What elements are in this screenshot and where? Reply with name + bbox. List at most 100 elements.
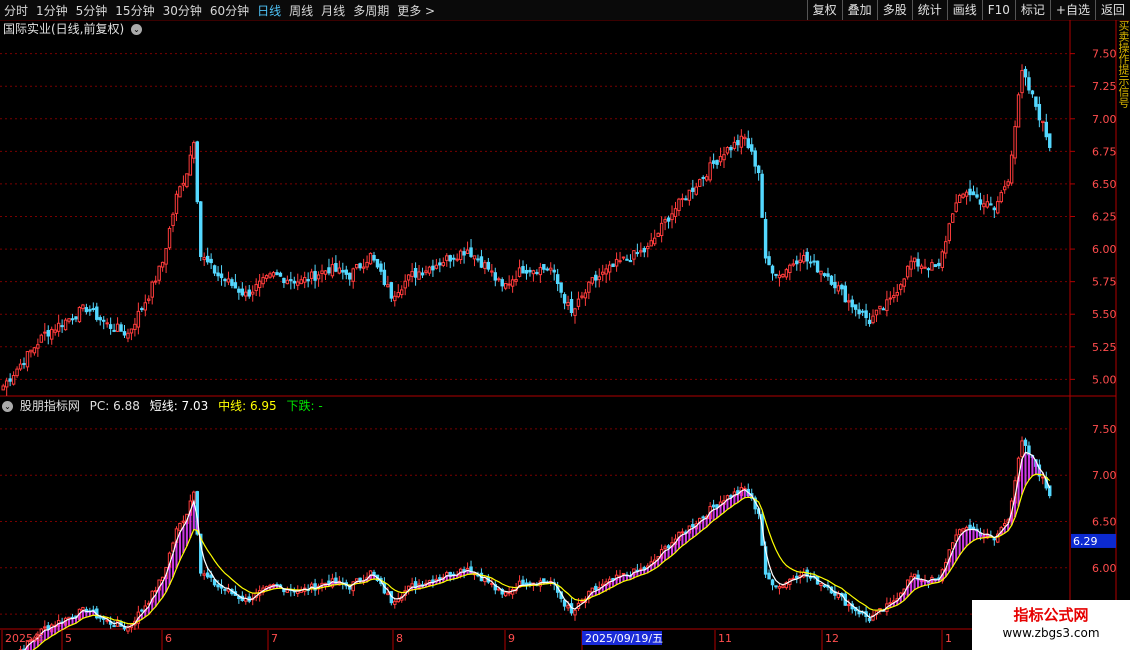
main-candle: [857, 309, 861, 315]
main-candle: [455, 258, 459, 261]
ind-candle: [711, 504, 716, 508]
main-candle: [122, 331, 127, 336]
period-tab-5[interactable]: 60分钟: [210, 2, 249, 19]
main-candle: [43, 331, 47, 334]
main-candle: [147, 298, 151, 301]
ind-candle: [171, 542, 175, 552]
action-button-4[interactable]: 画线: [946, 0, 982, 20]
main-candle: [438, 262, 442, 266]
ind-candle: [947, 549, 951, 563]
main-candle: [795, 260, 799, 265]
ind-candle: [98, 615, 102, 619]
ind-candle: [251, 597, 255, 601]
action-button-5[interactable]: F10: [981, 0, 1015, 20]
ind-candle: [524, 582, 529, 586]
ind-candle: [302, 587, 307, 592]
main-candle: [822, 273, 827, 277]
action-button-8[interactable]: 返回: [1094, 0, 1130, 20]
main-candle: [885, 299, 889, 311]
ind-candle: [50, 624, 54, 633]
main-candle: [819, 270, 823, 275]
ind-candle: [569, 603, 574, 614]
main-candle: [538, 267, 543, 276]
ind-candle: [372, 571, 376, 577]
ind-candle: [448, 571, 452, 577]
period-tab-2[interactable]: 5分钟: [76, 2, 108, 19]
ind-candle: [632, 568, 636, 576]
ind-candle: [510, 589, 515, 595]
main-candle: [375, 258, 380, 268]
ind-candle: [836, 593, 841, 599]
main-candle: [718, 156, 723, 163]
main-candle: [666, 217, 671, 222]
ind-candle: [857, 610, 861, 615]
main-candle: [923, 266, 927, 269]
period-tab-10[interactable]: 更多 >: [397, 2, 435, 19]
ind-candle: [961, 528, 965, 532]
main-y-label: 6.75: [1092, 145, 1117, 158]
action-button-3[interactable]: 统计: [911, 0, 947, 20]
ind-candle: [628, 575, 633, 578]
main-candle: [826, 273, 830, 277]
chart-canvas[interactable]: 7.50 7.25 7.00 6.75 6.50 6.25 6.00 5.75 5.50 5.25…: [0, 0, 1130, 650]
main-candle: [167, 227, 172, 249]
period-tab-3[interactable]: 15分钟: [115, 2, 154, 19]
action-button-7[interactable]: +自选: [1049, 0, 1095, 20]
ind-candle: [944, 562, 948, 572]
ind-candle: [649, 561, 653, 567]
main-y-label: 5.75: [1092, 276, 1117, 289]
ind-candle: [275, 584, 279, 587]
main-candle: [22, 363, 26, 366]
ind-candle: [822, 584, 827, 588]
period-tab-0[interactable]: 分时: [4, 2, 28, 19]
period-tab-4[interactable]: 30分钟: [163, 2, 202, 19]
ind-candle: [150, 590, 154, 603]
main-candle: [212, 265, 217, 274]
main-candle: [458, 250, 463, 261]
chevron-down-icon[interactable]: ⌄: [131, 24, 143, 35]
ind-candle: [337, 580, 342, 586]
ind-candle: [174, 528, 179, 543]
ind-candle: [309, 583, 314, 590]
ind-candle: [358, 577, 362, 582]
period-tab-6[interactable]: 日线: [257, 2, 281, 19]
period-tab-9[interactable]: 多周期: [353, 2, 389, 19]
main-candle: [649, 240, 653, 247]
main-candle: [996, 201, 1000, 214]
period-tab-7[interactable]: 周线: [289, 2, 313, 19]
main-candle: [361, 266, 366, 269]
main-candle: [233, 282, 238, 289]
main-candle: [46, 329, 50, 337]
main-candle: [1034, 96, 1038, 107]
main-candle: [604, 268, 608, 275]
action-button-2[interactable]: 多股: [876, 0, 912, 20]
period-tab-8[interactable]: 月线: [321, 2, 345, 19]
period-tab-1[interactable]: 1分钟: [36, 2, 68, 19]
ind-candle: [989, 535, 993, 538]
main-candle: [510, 279, 515, 287]
main-candle: [805, 251, 809, 262]
ind-candle: [63, 617, 68, 626]
ind-candle: [410, 583, 414, 588]
ind-candle: [729, 495, 733, 498]
main-candle: [694, 186, 698, 195]
main-candle: [209, 258, 213, 264]
main-candle: [774, 273, 778, 276]
main-candle: [84, 307, 89, 313]
main-candle: [912, 257, 917, 263]
ind-candle: [46, 625, 50, 631]
action-button-6[interactable]: 标记: [1014, 0, 1050, 20]
main-candle: [278, 272, 283, 277]
main-candle: [1041, 120, 1045, 124]
main-candle: [434, 264, 439, 269]
ind-candle: [954, 534, 958, 542]
main-y-label: 7.25: [1092, 80, 1117, 93]
main-candle: [358, 263, 362, 269]
main-candle: [614, 258, 619, 267]
action-button-1[interactable]: 叠加: [841, 0, 877, 20]
main-candle: [56, 322, 61, 332]
action-button-0[interactable]: 复权: [806, 0, 842, 20]
chevron-down-icon[interactable]: ⌄: [2, 401, 13, 412]
ind-candle: [964, 526, 969, 531]
main-candle: [133, 323, 137, 330]
